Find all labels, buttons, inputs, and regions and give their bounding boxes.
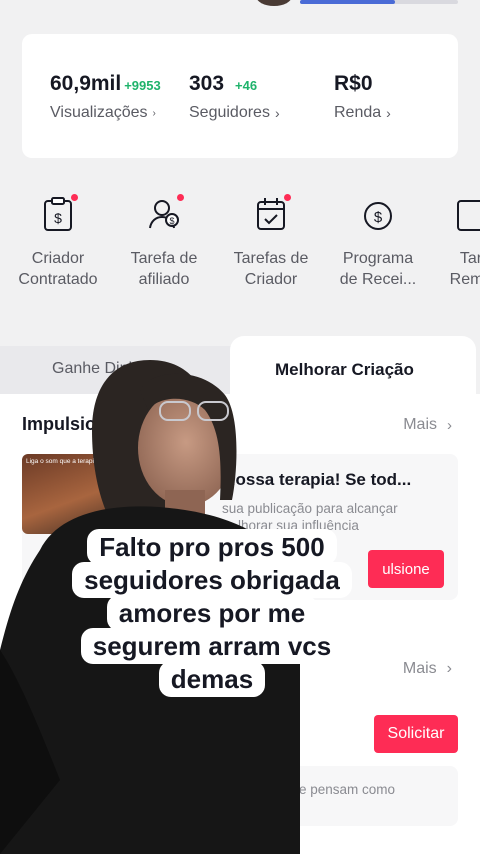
request-button[interactable]: Solicitar bbox=[374, 715, 458, 753]
tool-label-2: Criador bbox=[244, 271, 298, 288]
views-delta: +9953 bbox=[124, 78, 161, 93]
thumbnail-caption: Liga o som que a terapia começou bbox=[26, 458, 126, 465]
tool-label-2: afiliado bbox=[138, 271, 190, 288]
tool-label-2: de Recei... bbox=[339, 271, 417, 288]
chevron-right-icon: › bbox=[447, 416, 452, 434]
chevron-right-icon: › bbox=[152, 107, 156, 119]
caption-line: seguidores obrigada bbox=[72, 562, 352, 598]
tool-label-1: Tarefas de bbox=[233, 250, 309, 267]
chevron-right-icon: › bbox=[274, 105, 280, 121]
svg-text:$: $ bbox=[54, 210, 62, 226]
followers-delta: +46 bbox=[235, 78, 258, 93]
video-thumbnail[interactable]: Liga o som que a terapia começou bbox=[22, 454, 128, 534]
creator-tools-row: $ Criador Contratado $ Tarefa de afiliado … bbox=[0, 194, 480, 296]
clipboard-dollar-icon: $ bbox=[42, 194, 78, 232]
tool-tarefa-afiliado[interactable]: $ Tarefa de afiliado bbox=[109, 194, 219, 290]
views-label: Visualizações bbox=[50, 104, 148, 121]
svg-text:$: $ bbox=[169, 216, 174, 226]
tool-label-1: Programa bbox=[342, 250, 414, 267]
stat-views[interactable]: 60,9mil +9953 Visualizações › bbox=[50, 72, 161, 122]
dollar-circle-icon: $ bbox=[362, 196, 394, 232]
tool-label-1: Criador bbox=[31, 250, 85, 267]
followers-value: 303 bbox=[189, 72, 225, 95]
tool-label-2: Remu bbox=[449, 271, 480, 288]
tab-label: Ganhe Dinhei bbox=[52, 360, 150, 377]
tab-ganhe-dinheiro[interactable]: Ganhe Dinhei bbox=[0, 346, 240, 396]
more-label: Mais bbox=[403, 416, 437, 433]
notification-dot bbox=[177, 194, 184, 201]
income-value: R$0 bbox=[334, 72, 373, 95]
notification-dot bbox=[71, 194, 78, 201]
more-link[interactable]: Mais › bbox=[403, 416, 452, 434]
tab-label: Melhorar Criação bbox=[275, 360, 414, 379]
tool-tarefas-criador[interactable]: Tarefas de Criador bbox=[216, 194, 326, 290]
more-label: Mais bbox=[402, 660, 437, 677]
clipboard-icon bbox=[455, 196, 480, 232]
followers-label: Seguidores bbox=[189, 104, 270, 121]
tab-bar: Ganhe Dinhei Melhorar Criação bbox=[0, 336, 480, 396]
stat-followers[interactable]: 303 +46 Seguidores › bbox=[189, 72, 280, 122]
calendar-check-icon bbox=[255, 194, 291, 232]
video-caption: Falto pro pros 500 seguidores obrigada a… bbox=[44, 529, 380, 697]
more-link[interactable]: Mais › bbox=[403, 660, 452, 678]
svg-text:$: $ bbox=[374, 209, 383, 226]
views-value: 60,9mil bbox=[50, 72, 122, 95]
stats-card: 60,9mil +9953 Visualizações › 303 +46 Se… bbox=[22, 34, 458, 158]
caption-line: demas bbox=[158, 661, 266, 697]
promo-desc-line: sua publicação para alcançar bbox=[222, 501, 398, 516]
tool-criador-contratado[interactable]: $ Criador Contratado bbox=[3, 194, 113, 290]
caption-line: Falto pro pros 500 bbox=[87, 529, 337, 565]
info-card[interactable]: que pensam como bbox=[22, 766, 458, 826]
progress-fill bbox=[300, 0, 395, 4]
screen: 60,9mil +9953 Visualizações › 303 +46 Se… bbox=[0, 0, 480, 854]
tab-melhorar-criacao[interactable]: Melhorar Criação bbox=[230, 336, 476, 396]
caption-line: segurem arram vcs bbox=[80, 628, 344, 664]
info-card-text: que pensam como bbox=[284, 782, 396, 797]
section-title: C bbox=[22, 660, 35, 680]
income-label: Renda bbox=[334, 104, 382, 121]
stat-income[interactable]: R$0 Renda › bbox=[334, 72, 391, 122]
top-strip bbox=[0, 0, 480, 10]
section-title: Impulsiona bbox=[22, 414, 118, 434]
chevron-right-icon: › bbox=[386, 105, 391, 121]
tool-label-2: Contratado bbox=[18, 271, 98, 288]
avatar[interactable] bbox=[256, 0, 292, 6]
tool-label-1: Tar bbox=[459, 250, 480, 267]
tool-tarefa-remunerada[interactable]: Tar Remu bbox=[416, 196, 480, 290]
progress-bar bbox=[300, 0, 458, 4]
caption-line: amores por me bbox=[106, 595, 318, 631]
promo-title: u nossa terapia! Se tod... bbox=[210, 470, 412, 489]
people-dollar-icon: $ bbox=[148, 194, 184, 232]
tool-label-1: Tarefa de bbox=[130, 250, 198, 267]
notification-dot bbox=[284, 194, 291, 201]
chevron-right-icon: › bbox=[446, 660, 452, 677]
